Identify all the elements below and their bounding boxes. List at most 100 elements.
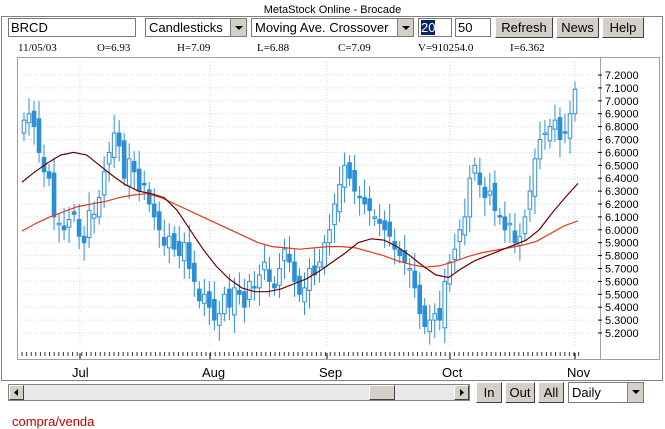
candle-body <box>36 118 42 153</box>
scroll-left-button[interactable] <box>9 385 24 400</box>
y-tick-label: 5.2000 <box>605 328 639 340</box>
y-tick-label: 7.2000 <box>605 70 639 82</box>
candle-body <box>222 293 227 315</box>
candle-body <box>86 209 92 239</box>
candle-body <box>207 291 212 308</box>
candle-body <box>106 151 112 165</box>
candle-body <box>287 253 292 263</box>
candle-body <box>372 216 377 219</box>
candle-body <box>146 189 152 205</box>
candle-body <box>497 215 503 218</box>
candle-body <box>562 131 568 134</box>
candle-body <box>537 139 543 160</box>
footer-link[interactable]: compra/venda <box>12 414 94 429</box>
candle-body <box>272 283 277 289</box>
candle-body <box>457 229 463 242</box>
y-tick-label: 6.9000 <box>605 109 639 121</box>
candle-body <box>121 140 127 179</box>
y-tick-label: 5.4000 <box>605 302 639 314</box>
candle-body <box>76 218 82 237</box>
period-value: Daily <box>572 385 601 400</box>
candle-body <box>71 211 77 215</box>
candle-body <box>337 184 342 213</box>
candle-body <box>227 288 232 308</box>
candle-body <box>427 319 433 333</box>
candle-body <box>282 248 287 262</box>
candle-body <box>522 216 528 235</box>
candle-body <box>462 216 468 236</box>
candle-body <box>452 248 458 260</box>
zoom-out-button[interactable]: Out <box>505 382 535 403</box>
show-all-button[interactable]: All <box>538 382 564 403</box>
candle-body <box>51 172 57 218</box>
candle-body <box>317 261 322 268</box>
candle-body <box>417 284 423 315</box>
candle-body <box>542 132 548 136</box>
y-tick-label: 6.6000 <box>605 147 639 159</box>
candle-body <box>387 221 392 237</box>
candle-body <box>237 289 242 295</box>
candle-body <box>46 171 52 179</box>
candle-body <box>267 269 272 282</box>
candle-body <box>532 158 538 197</box>
candle-body <box>557 117 563 140</box>
y-tick-label: 6.4000 <box>605 173 639 185</box>
candle-body <box>302 287 307 303</box>
candle-body <box>21 119 27 134</box>
period-select[interactable]: Daily <box>568 382 644 403</box>
candle-body <box>56 222 62 226</box>
candle-body <box>101 171 107 196</box>
y-tick-label: 5.5000 <box>605 289 639 301</box>
y-tick-label: 5.8000 <box>605 251 639 263</box>
zoom-in-button[interactable]: In <box>476 382 502 403</box>
candle-body <box>181 242 187 262</box>
candle-body <box>66 218 72 228</box>
y-tick-label: 6.2000 <box>605 199 639 211</box>
candle-body <box>407 268 412 271</box>
candle-body <box>572 88 578 115</box>
candle-body <box>507 222 513 226</box>
candle-body <box>412 270 418 289</box>
candle-body <box>352 169 357 192</box>
horizontal-scrollbar[interactable] <box>8 384 470 401</box>
candle-body <box>111 132 117 159</box>
candle-body <box>432 313 438 321</box>
candle-body <box>141 182 147 186</box>
candle-body <box>116 132 122 147</box>
candle-body <box>492 182 498 211</box>
candle-body <box>61 225 67 231</box>
scroll-right-button[interactable] <box>454 385 469 400</box>
candle-body <box>212 298 217 321</box>
candle-body <box>151 203 157 218</box>
candle-body <box>81 235 87 244</box>
candle-body <box>262 261 267 271</box>
y-tick-label: 6.0000 <box>605 225 639 237</box>
candle-body <box>277 268 282 286</box>
candle-body <box>367 198 372 211</box>
candle-body <box>232 287 237 316</box>
candle-body <box>377 218 382 224</box>
candle-body <box>547 126 553 142</box>
candle-body <box>171 233 177 250</box>
candle-body <box>257 274 262 289</box>
candle-body <box>362 197 367 205</box>
candle-body <box>467 177 473 218</box>
candle-body <box>382 220 387 231</box>
y-tick-label: 7.0000 <box>605 96 639 108</box>
scroll-thumb[interactable] <box>369 385 395 400</box>
price-chart[interactable]: 7.20007.10007.00006.90006.80006.70006.60… <box>0 0 665 424</box>
candle-body <box>187 242 192 269</box>
y-tick-label: 6.5000 <box>605 160 639 172</box>
candle-body <box>437 307 443 321</box>
candle-body <box>567 113 573 139</box>
chevron-down-icon[interactable] <box>627 383 643 402</box>
y-tick-label: 6.8000 <box>605 122 639 134</box>
candle-body <box>91 213 97 219</box>
y-tick-label: 7.1000 <box>605 83 639 95</box>
x-tick-label: Jul <box>72 365 89 380</box>
candle-body <box>342 164 347 188</box>
candle-body <box>252 286 257 289</box>
candle-body <box>96 197 102 218</box>
candle-body <box>217 313 222 326</box>
y-tick-label: 5.3000 <box>605 315 639 327</box>
